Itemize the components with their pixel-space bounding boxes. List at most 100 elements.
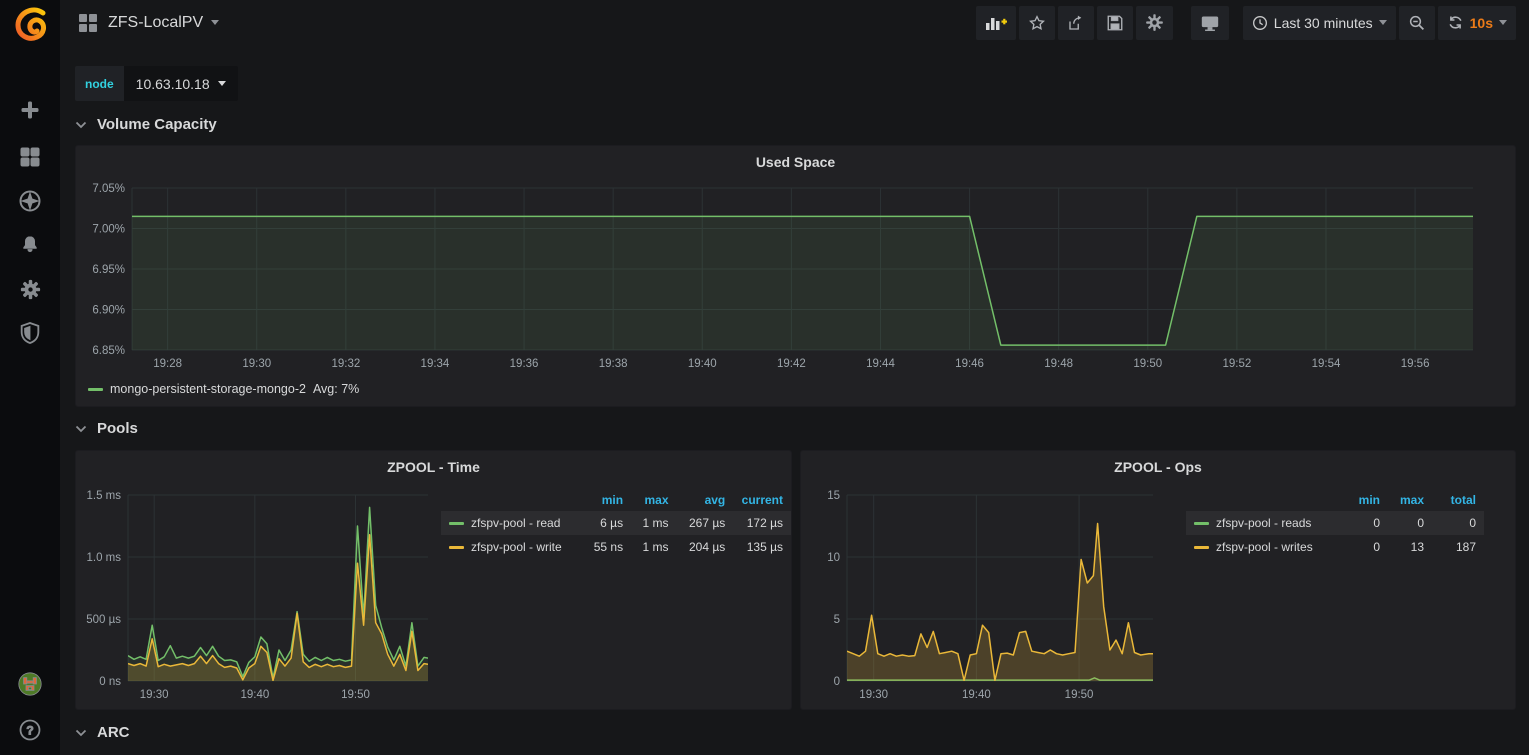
legend-col-header[interactable]: current bbox=[733, 489, 791, 511]
zpool-time-legend-table: min max avg current zfspv-pool - read 6 … bbox=[441, 489, 791, 559]
legend-col-header[interactable]: total bbox=[1432, 489, 1484, 511]
zpool-ops-chart[interactable]: 05101519:3019:4019:50 bbox=[807, 485, 1159, 710]
dashboards-icon[interactable] bbox=[18, 145, 42, 169]
legend-avg-value: Avg: 7% bbox=[313, 382, 359, 396]
legend-max-value: 1 ms bbox=[631, 535, 676, 559]
save-button[interactable] bbox=[1097, 6, 1133, 40]
row-header-arc[interactable]: ARC bbox=[75, 724, 130, 741]
legend-series-toggle[interactable]: zfspv-pool - write bbox=[449, 540, 568, 554]
legend-row-reads: zfspv-pool - reads 0 0 0 bbox=[1186, 511, 1484, 535]
series-color-swatch bbox=[449, 522, 464, 525]
svg-text:19:34: 19:34 bbox=[421, 358, 450, 370]
svg-text:19:48: 19:48 bbox=[1044, 358, 1073, 370]
legend-row-read: zfspv-pool - read 6 µs 1 ms 267 µs 172 µ… bbox=[441, 511, 791, 535]
legend-row-write: zfspv-pool - write 55 ns 1 ms 204 µs 135… bbox=[441, 535, 791, 559]
cycle-view-mode-button[interactable] bbox=[1191, 6, 1229, 40]
used-space-legend: mongo-persistent-storage-mongo-2 Avg: 7% bbox=[88, 382, 359, 396]
add-panel-button[interactable] bbox=[976, 6, 1016, 40]
svg-text:19:42: 19:42 bbox=[777, 358, 806, 370]
legend-row-writes: zfspv-pool - writes 0 13 187 bbox=[1186, 535, 1484, 559]
dashboard-title-dropdown[interactable]: ZFS-LocalPV bbox=[108, 14, 219, 32]
svg-text:19:50: 19:50 bbox=[1065, 689, 1094, 701]
svg-text:19:46: 19:46 bbox=[955, 358, 984, 370]
chevron-down-icon bbox=[1499, 20, 1507, 25]
legend-col-header[interactable]: max bbox=[1388, 489, 1432, 511]
star-icon bbox=[1028, 14, 1046, 32]
grafana-dashboard: ? ZFS-LocalPV bbox=[0, 0, 1529, 755]
chevron-down-icon bbox=[75, 425, 87, 433]
legend-total-value: 187 bbox=[1432, 535, 1484, 559]
legend-series-name[interactable]: mongo-persistent-storage-mongo-2 bbox=[110, 382, 306, 396]
share-button[interactable] bbox=[1058, 6, 1094, 40]
svg-text:?: ? bbox=[26, 724, 33, 738]
legend-min-value: 6 µs bbox=[576, 511, 631, 535]
star-button[interactable] bbox=[1019, 6, 1055, 40]
row-header-volume-capacity[interactable]: Volume Capacity bbox=[75, 116, 217, 133]
svg-text:6.95%: 6.95% bbox=[92, 264, 125, 276]
svg-text:19:36: 19:36 bbox=[510, 358, 539, 370]
svg-text:19:32: 19:32 bbox=[331, 358, 360, 370]
panel-title-used-space[interactable]: Used Space bbox=[76, 154, 1515, 170]
series-color-swatch bbox=[88, 388, 103, 391]
chevron-down-icon bbox=[75, 729, 87, 737]
svg-text:19:52: 19:52 bbox=[1222, 358, 1251, 370]
used-space-chart[interactable]: 7.05%7.00%6.95%6.90%6.85%19:2819:3019:32… bbox=[84, 182, 1509, 378]
legend-col-header[interactable]: avg bbox=[677, 489, 734, 511]
legend-min-value: 55 ns bbox=[576, 535, 631, 559]
row-title: ARC bbox=[97, 724, 130, 741]
legend-series-toggle[interactable]: zfspv-pool - reads bbox=[1194, 516, 1328, 530]
zoom-out-button[interactable] bbox=[1399, 6, 1435, 40]
svg-text:19:56: 19:56 bbox=[1401, 358, 1430, 370]
row-title: Volume Capacity bbox=[97, 116, 217, 133]
legend-avg-value: 204 µs bbox=[677, 535, 734, 559]
chevron-down-icon bbox=[211, 20, 219, 25]
zpool-time-chart[interactable]: 0 ns500 µs1.0 ms1.5 ms19:3019:4019:50 bbox=[82, 485, 434, 710]
svg-text:0 ns: 0 ns bbox=[99, 676, 121, 688]
svg-text:6.90%: 6.90% bbox=[92, 305, 125, 317]
svg-text:0: 0 bbox=[834, 676, 840, 688]
server-admin-shield-icon[interactable] bbox=[18, 321, 42, 345]
zoom-out-icon bbox=[1408, 14, 1426, 32]
explore-compass-icon[interactable] bbox=[18, 189, 42, 213]
series-color-swatch bbox=[1194, 522, 1209, 525]
legend-total-value: 0 bbox=[1432, 511, 1484, 535]
svg-text:19:40: 19:40 bbox=[688, 358, 717, 370]
svg-text:10: 10 bbox=[827, 552, 840, 564]
configuration-gear-icon[interactable] bbox=[18, 277, 42, 301]
svg-text:19:40: 19:40 bbox=[240, 689, 269, 701]
chevron-down-icon bbox=[218, 81, 226, 86]
time-range-picker[interactable]: Last 30 minutes bbox=[1243, 6, 1396, 40]
row-title: Pools bbox=[97, 420, 138, 437]
legend-col-header[interactable]: max bbox=[631, 489, 676, 511]
legend-series-toggle[interactable]: zfspv-pool - writes bbox=[1194, 540, 1328, 554]
sidebar: ? bbox=[0, 0, 60, 755]
svg-text:1.0 ms: 1.0 ms bbox=[86, 552, 121, 564]
alerting-bell-icon[interactable] bbox=[18, 233, 42, 257]
legend-col-header[interactable]: min bbox=[576, 489, 631, 511]
legend-col-header[interactable]: min bbox=[1336, 489, 1388, 511]
node-variable-dropdown[interactable]: 10.63.10.18 bbox=[124, 66, 238, 101]
svg-text:7.00%: 7.00% bbox=[92, 224, 125, 236]
svg-text:19:50: 19:50 bbox=[1133, 358, 1162, 370]
panel-title-zpool-time[interactable]: ZPOOL - Time bbox=[76, 459, 791, 475]
grafana-logo-icon[interactable] bbox=[10, 2, 50, 42]
add-panel-icon bbox=[985, 14, 1007, 32]
svg-text:19:40: 19:40 bbox=[962, 689, 991, 701]
panel-title-zpool-ops[interactable]: ZPOOL - Ops bbox=[801, 459, 1515, 475]
create-plus-icon[interactable] bbox=[18, 98, 42, 122]
legend-avg-value: 267 µs bbox=[677, 511, 734, 535]
row-header-pools[interactable]: Pools bbox=[75, 420, 138, 437]
legend-series-toggle[interactable]: zfspv-pool - read bbox=[449, 516, 568, 530]
legend-max-value: 0 bbox=[1388, 511, 1432, 535]
zpool-ops-legend-table: min max total zfspv-pool - reads 0 0 0 z… bbox=[1186, 489, 1484, 559]
help-icon[interactable]: ? bbox=[18, 718, 42, 742]
chevron-down-icon bbox=[75, 121, 87, 129]
svg-text:500 µs: 500 µs bbox=[86, 614, 121, 626]
user-avatar[interactable] bbox=[18, 672, 42, 696]
node-variable-value: 10.63.10.18 bbox=[136, 76, 210, 92]
refresh-picker[interactable]: 10s bbox=[1438, 6, 1516, 40]
dashboard-settings-button[interactable] bbox=[1136, 6, 1173, 40]
svg-text:19:30: 19:30 bbox=[859, 689, 888, 701]
svg-text:15: 15 bbox=[827, 490, 840, 502]
svg-text:1.5 ms: 1.5 ms bbox=[86, 490, 121, 502]
